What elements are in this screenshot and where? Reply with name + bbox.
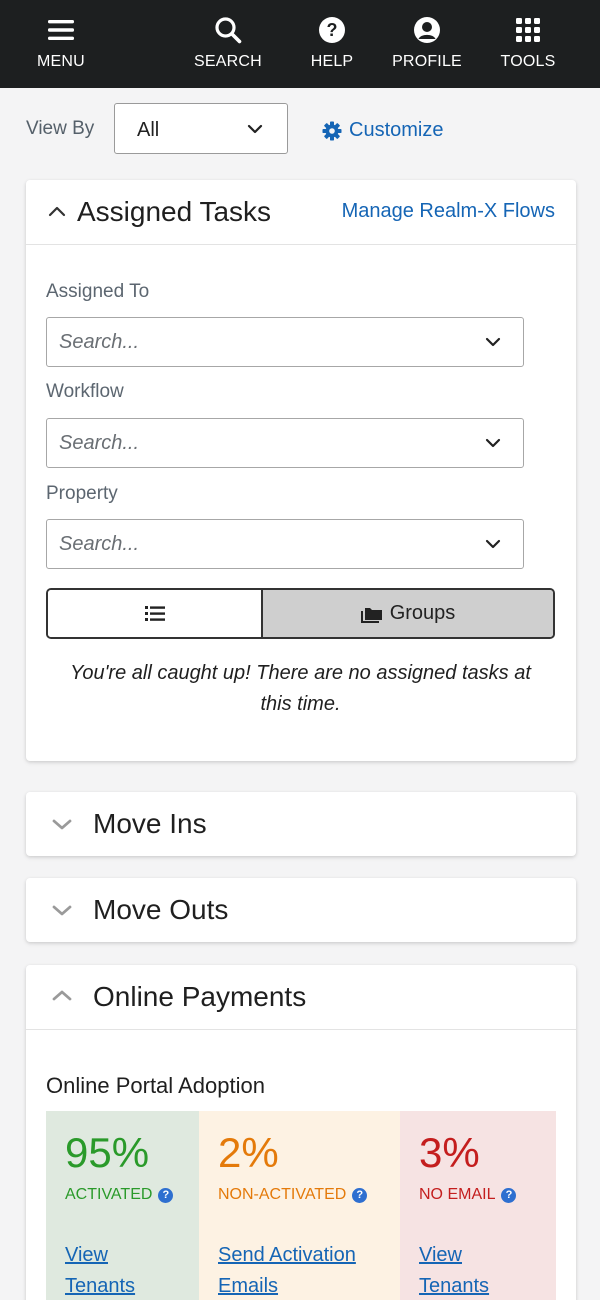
search-button[interactable]: SEARCH xyxy=(191,0,265,88)
move-ins-card[interactable]: Move Ins xyxy=(26,792,576,856)
groups-view-button[interactable]: Groups xyxy=(263,590,553,637)
move-ins-title: Move Ins xyxy=(93,808,207,839)
view-tenants-link[interactable]: View Tenants xyxy=(419,1240,489,1300)
view-toggle: Groups xyxy=(46,588,555,639)
manage-realm-x-flows-link[interactable]: Manage Realm-X Flows xyxy=(342,200,555,223)
online-payments-title: Online Payments xyxy=(93,981,307,1012)
svg-text:?: ? xyxy=(327,20,338,40)
property-label: Property xyxy=(46,483,118,504)
no-email-status-label: NO EMAIL xyxy=(419,1186,496,1203)
user-circle-icon xyxy=(411,14,443,46)
search-icon xyxy=(212,14,244,46)
non-activated-status-label: NON-ACTIVATED xyxy=(218,1186,347,1203)
workflow-search[interactable]: Search... xyxy=(46,418,524,468)
no-email-percent: 3% xyxy=(419,1129,480,1176)
search-label: SEARCH xyxy=(194,53,262,70)
hamburger-icon xyxy=(45,14,77,46)
move-outs-title: Move Outs xyxy=(93,894,229,925)
divider xyxy=(26,1029,576,1030)
folders-icon xyxy=(360,607,382,623)
menu-label: MENU xyxy=(37,53,85,70)
profile-button[interactable]: PROFILE xyxy=(390,0,464,88)
customize-link[interactable]: Customize xyxy=(322,119,443,142)
divider xyxy=(26,244,576,245)
online-payments-card: Online Payments Online Portal Adoption 9… xyxy=(26,965,576,1300)
chevron-down-icon xyxy=(52,904,72,922)
question-circle-icon: ? xyxy=(316,14,348,46)
chevron-down-icon xyxy=(485,436,501,454)
assigned-tasks-title: Assigned Tasks xyxy=(77,196,272,227)
view-tenants-link[interactable]: View Tenants xyxy=(65,1240,135,1300)
link-line2: Emails xyxy=(218,1275,279,1297)
assigned-to-label: Assigned To xyxy=(46,281,150,302)
non-activated-stat: 2% NON-ACTIVATED ? Send Activation Email… xyxy=(199,1111,400,1300)
question-circle-icon[interactable]: ? xyxy=(158,1187,174,1203)
workflow-placeholder: Search... xyxy=(59,432,140,454)
property-placeholder: Search... xyxy=(59,533,140,555)
chevron-up-icon[interactable] xyxy=(48,204,66,222)
link-line1: Send Activation xyxy=(218,1244,356,1266)
chevron-down-icon xyxy=(485,335,501,353)
gear-icon xyxy=(322,121,342,140)
list-view-button[interactable] xyxy=(48,590,263,637)
empty-message-line2: this time. xyxy=(260,693,341,715)
help-label: HELP xyxy=(310,53,354,70)
activated-percent: 95% xyxy=(65,1129,150,1176)
assigned-to-placeholder: Search... xyxy=(59,331,140,353)
tools-label: TOOLS xyxy=(500,53,556,70)
view-by-select[interactable]: All xyxy=(114,103,288,154)
chevron-down-icon xyxy=(247,122,263,140)
activated-stat: 95% ACTIVATED ? View Tenants xyxy=(46,1111,199,1300)
view-by-value: All xyxy=(137,119,160,141)
portal-adoption-heading: Online Portal Adoption xyxy=(46,1073,265,1098)
help-button[interactable]: ? HELP xyxy=(305,0,359,88)
activated-status: ACTIVATED ? xyxy=(65,1186,174,1204)
question-circle-icon[interactable]: ? xyxy=(352,1187,368,1203)
workflow-label: Workflow xyxy=(46,381,124,402)
grid-icon xyxy=(512,14,544,46)
no-email-status: NO EMAIL ? xyxy=(419,1186,517,1204)
groups-label: Groups xyxy=(389,602,456,624)
customize-label: Customize xyxy=(349,119,444,141)
link-line2: Tenants xyxy=(65,1275,136,1297)
assigned-to-search[interactable]: Search... xyxy=(46,317,524,367)
non-activated-percent: 2% xyxy=(218,1129,279,1176)
send-activation-emails-link[interactable]: Send Activation Emails xyxy=(218,1240,356,1300)
link-line2: Tenants xyxy=(419,1275,490,1297)
chevron-down-icon xyxy=(485,537,501,555)
tools-button[interactable]: TOOLS xyxy=(497,0,559,88)
non-activated-status: NON-ACTIVATED ? xyxy=(218,1186,368,1204)
property-search[interactable]: Search... xyxy=(46,519,524,569)
menu-button[interactable]: MENU xyxy=(26,0,96,88)
chevron-up-icon[interactable] xyxy=(52,989,72,1007)
link-line1: View xyxy=(65,1244,108,1266)
link-line1: View xyxy=(419,1244,462,1266)
view-by-label: View By xyxy=(26,118,95,139)
assigned-tasks-card: Assigned Tasks Manage Realm-X Flows Assi… xyxy=(26,180,576,761)
empty-message-line1: You're all caught up! There are no assig… xyxy=(70,662,531,684)
chevron-down-icon xyxy=(52,818,72,836)
top-nav: MENU SEARCH ? HELP PROFILE TOOLS xyxy=(0,0,600,88)
profile-label: PROFILE xyxy=(392,53,462,70)
no-email-stat: 3% NO EMAIL ? View Tenants xyxy=(400,1111,556,1300)
question-circle-icon[interactable]: ? xyxy=(501,1187,517,1203)
activated-status-label: ACTIVATED xyxy=(65,1186,153,1203)
move-outs-card[interactable]: Move Outs xyxy=(26,878,576,942)
empty-message: You're all caught up! There are no assig… xyxy=(46,658,555,720)
list-icon xyxy=(144,606,165,621)
